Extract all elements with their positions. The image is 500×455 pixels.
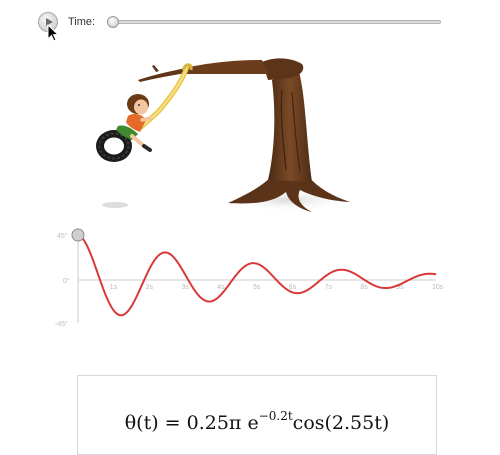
x-tick-label: 2s (146, 284, 154, 291)
swing-scene (96, 58, 352, 212)
equation-rhs: cos(2.55t) (292, 412, 390, 434)
x-tick-label: 6s (289, 284, 297, 291)
curve-time-handle[interactable] (71, 228, 85, 242)
x-tick-label: 10s (432, 284, 444, 291)
angle-time-graph: 45° 0° -45° 1s 2s 3s 4s 5s 6s 7s 8s 9s 10s (55, 228, 444, 328)
time-slider-track[interactable] (107, 20, 441, 24)
playback-controls: Time: (0, 0, 500, 42)
y-label-bottom: -45° (55, 320, 68, 328)
x-tick-label: 1s (110, 284, 118, 291)
tree (138, 58, 350, 212)
x-tick-label: 7s (325, 284, 333, 291)
x-tick-label: 8s (360, 284, 368, 291)
swing-shadow (102, 202, 128, 208)
time-slider-thumb[interactable] (107, 16, 119, 28)
equation: θ(t) = 0.25π e−0.2tcos(2.55t) (78, 409, 436, 434)
equation-lhs: θ(t) = 0.25π e (124, 412, 259, 434)
equation-exponent: −0.2t (258, 409, 293, 423)
equation-panel: θ(t) = 0.25π e−0.2tcos(2.55t) (77, 375, 437, 455)
x-tick-label: 5s (253, 284, 261, 291)
time-label: Time: (68, 16, 96, 28)
time-slider[interactable] (107, 16, 441, 28)
y-label-zero: 0° (63, 277, 70, 285)
x-tick-label: 3s (181, 284, 189, 291)
y-label-top: 45° (57, 232, 68, 240)
theta-curve (77, 234, 437, 317)
